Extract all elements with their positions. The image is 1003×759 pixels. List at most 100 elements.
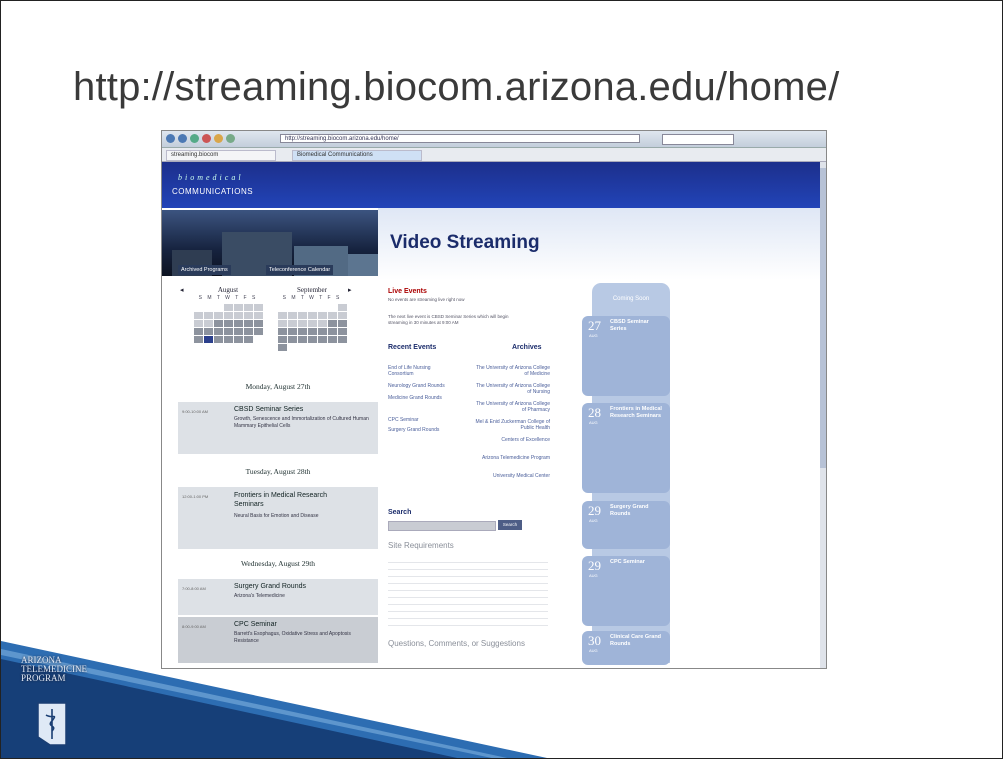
coming-soon-title[interactable]: Frontiers in Medical Research Seminars	[610, 406, 666, 419]
calendar-day[interactable]	[337, 328, 347, 335]
calendar-day[interactable]	[223, 320, 233, 327]
calendar-day[interactable]	[203, 312, 213, 319]
coming-soon-item[interactable]: 28 AUG Frontiers in Medical Research Semin…	[582, 403, 670, 493]
calendar-day[interactable]	[337, 336, 347, 343]
calendar-day[interactable]	[297, 320, 307, 327]
address-bar[interactable]: http://streaming.biocom.arizona.edu/home…	[280, 134, 640, 143]
calendar-day[interactable]	[223, 336, 233, 343]
calendar-day[interactable]	[223, 304, 233, 311]
calendar-day[interactable]	[317, 320, 327, 327]
calendar-day[interactable]	[253, 312, 263, 319]
calendar-day[interactable]	[297, 336, 307, 343]
archive-link[interactable]: The University of Arizona College of Nur…	[472, 383, 550, 395]
calendar-day[interactable]	[327, 312, 337, 319]
calendar-day[interactable]	[327, 328, 337, 335]
calendar-day[interactable]	[337, 304, 347, 311]
calendar-day[interactable]	[233, 320, 243, 327]
calendar-day[interactable]	[253, 304, 263, 311]
calendar-day[interactable]	[233, 328, 243, 335]
event-item[interactable]: 12:00-1:00 PM Frontiers in Medical Resea…	[178, 487, 378, 549]
calendar-day[interactable]	[203, 320, 213, 327]
archive-link[interactable]: University Medical Center	[472, 473, 550, 479]
calendar-day[interactable]	[307, 336, 317, 343]
recent-event-link[interactable]: Surgery Grand Rounds	[388, 427, 448, 433]
calendar-day[interactable]	[277, 328, 287, 335]
calendar-day[interactable]	[233, 304, 243, 311]
archive-link[interactable]: The University of Arizona College of Med…	[472, 365, 550, 377]
coming-soon-item[interactable]: 29 AUG Surgery Grand Rounds	[582, 501, 670, 549]
calendar-day[interactable]	[233, 312, 243, 319]
calendar-day[interactable]	[233, 336, 243, 343]
calendar-day[interactable]	[277, 320, 287, 327]
coming-soon-title[interactable]: CBSD Seminar Series	[610, 319, 666, 332]
calendar-day[interactable]	[287, 320, 297, 327]
prev-month-arrow-icon[interactable]: ◂	[180, 286, 184, 294]
back-icon[interactable]	[166, 134, 175, 143]
calendar-day[interactable]	[213, 320, 223, 327]
coming-soon-item[interactable]: 29 AUG CPC Seminar	[582, 556, 670, 626]
scrollbar-thumb[interactable]	[820, 168, 826, 468]
calendar-day[interactable]	[307, 328, 317, 335]
calendar-day[interactable]	[337, 312, 347, 319]
calendar-day[interactable]	[287, 336, 297, 343]
calendar-day[interactable]	[243, 320, 253, 327]
calendar-day[interactable]	[213, 336, 223, 343]
calendar-day[interactable]	[277, 312, 287, 319]
calendar-day[interactable]	[253, 328, 263, 335]
recent-event-link[interactable]: Medicine Grand Rounds	[388, 395, 448, 401]
calendar-day[interactable]	[223, 312, 233, 319]
calendar-day[interactable]	[317, 328, 327, 335]
browser-tab-active[interactable]: Biomedical Communications	[292, 150, 422, 161]
calendar-day[interactable]	[307, 320, 317, 327]
archive-link[interactable]: Centers of Excellence	[472, 437, 550, 443]
recent-event-link[interactable]: End of Life Nursing Consortium	[388, 365, 448, 377]
calendar-day[interactable]	[287, 328, 297, 335]
calendar-day[interactable]	[243, 328, 253, 335]
recent-event-link[interactable]: Neurology Grand Rounds	[388, 383, 448, 389]
site-search-button[interactable]: Search	[498, 520, 522, 530]
calendar-day[interactable]	[223, 328, 233, 335]
event-title[interactable]: CPC Seminar	[234, 621, 277, 628]
teleconference-calendar-tab[interactable]: Teleconference Calendar	[266, 265, 334, 275]
home-icon[interactable]	[214, 134, 223, 143]
calendar-day[interactable]	[193, 328, 203, 335]
favorites-icon[interactable]	[226, 134, 235, 143]
page-scrollbar[interactable]	[820, 162, 826, 668]
calendar-day[interactable]	[193, 312, 203, 319]
calendar-day[interactable]	[297, 328, 307, 335]
calendar-day[interactable]	[243, 312, 253, 319]
calendar-day[interactable]	[277, 344, 287, 351]
browser-tab[interactable]: streaming.biocom	[166, 150, 276, 161]
calendar-day[interactable]	[277, 336, 287, 343]
archive-link[interactable]: Mel & Enid Zuckerman College of Public H…	[472, 419, 550, 431]
calendar-day[interactable]	[287, 312, 297, 319]
calendar-day[interactable]	[193, 320, 203, 327]
calendar-day[interactable]	[243, 304, 253, 311]
site-logo-bottom[interactable]: COMMUNICATIONS	[172, 187, 253, 196]
calendar-day[interactable]	[213, 328, 223, 335]
calendar-day[interactable]	[213, 312, 223, 319]
archive-link[interactable]: Arizona Telemedicine Program	[472, 455, 550, 461]
refresh-icon[interactable]	[190, 134, 199, 143]
calendar-day[interactable]	[317, 336, 327, 343]
archive-link[interactable]: The University of Arizona College of Pha…	[472, 401, 550, 413]
coming-soon-item[interactable]: 27 AUG CBSD Seminar Series	[582, 316, 670, 396]
browser-search-input[interactable]	[662, 134, 734, 145]
calendar-day[interactable]	[243, 336, 253, 343]
calendar-day[interactable]	[327, 336, 337, 343]
coming-soon-title[interactable]: Surgery Grand Rounds	[610, 504, 666, 517]
event-title[interactable]: CBSD Seminar Series	[234, 406, 303, 413]
event-title[interactable]: Frontiers in Medical Research Seminars	[234, 491, 334, 509]
archived-programs-tab[interactable]: Archived Programs	[178, 265, 231, 275]
recent-event-link[interactable]: CPC Seminar	[388, 417, 448, 423]
calendar-day[interactable]	[253, 320, 263, 327]
calendar-day[interactable]	[297, 312, 307, 319]
coming-soon-title[interactable]: CPC Seminar	[610, 559, 666, 566]
stop-icon[interactable]	[202, 134, 211, 143]
calendar-day[interactable]	[317, 312, 327, 319]
calendar-day[interactable]	[307, 312, 317, 319]
event-item[interactable]: 7:00-8:00 AM Surgery Grand Rounds Arizon…	[178, 579, 378, 615]
forward-icon[interactable]	[178, 134, 187, 143]
calendar-day[interactable]	[203, 328, 213, 335]
site-search-input[interactable]	[388, 521, 496, 531]
